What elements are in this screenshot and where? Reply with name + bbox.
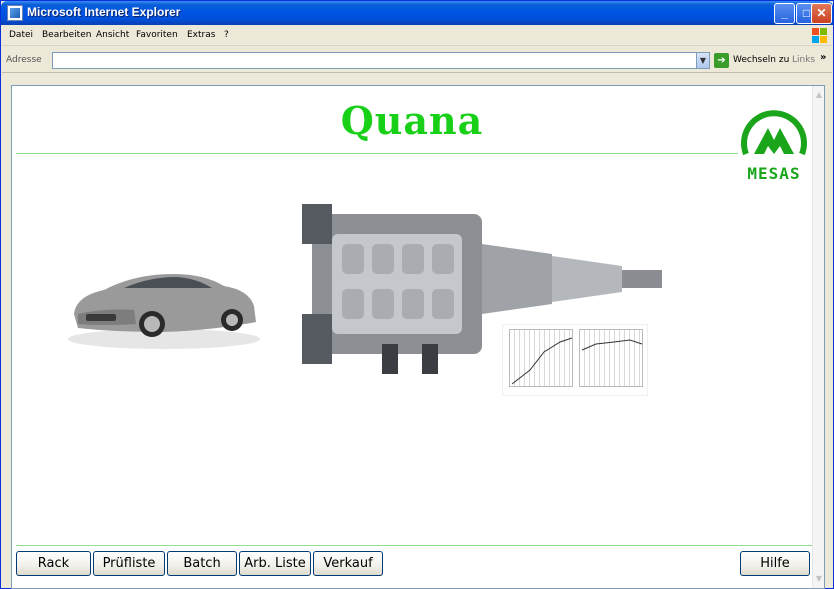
vertical-scrollbar[interactable]: ▲ ▼ xyxy=(812,86,824,588)
minimize-button[interactable]: _ xyxy=(774,3,795,24)
links-toolbar[interactable]: Links xyxy=(792,55,815,65)
footer-divider xyxy=(16,545,814,546)
header-divider xyxy=(16,153,738,154)
address-label: Adresse xyxy=(6,55,42,65)
mesas-logo: MESAS xyxy=(738,102,810,184)
go-button[interactable]: Wechseln zu xyxy=(733,55,789,65)
graph-thumbnail xyxy=(509,329,573,387)
rack-button[interactable]: Rack xyxy=(16,551,91,576)
car-image xyxy=(68,274,260,349)
hilfe-button[interactable]: Hilfe xyxy=(740,551,810,576)
window-title: Microsoft Internet Explorer xyxy=(27,5,181,19)
close-button[interactable]: ✕ xyxy=(811,3,832,24)
scroll-down-icon[interactable]: ▼ xyxy=(814,574,824,584)
menu-extras[interactable]: Extras xyxy=(187,30,215,40)
address-input[interactable] xyxy=(52,52,710,69)
title-bar[interactable]: Microsoft Internet Explorer _ □ ✕ xyxy=(1,1,833,25)
page-content: Quana MESAS Rack Prüfliste Batch Arb. Li… xyxy=(11,85,825,589)
scroll-up-icon[interactable]: ▲ xyxy=(814,90,824,100)
menu-bearbeiten[interactable]: Bearbeiten xyxy=(42,30,91,40)
logo-text: MESAS xyxy=(747,164,801,183)
go-arrow-icon[interactable]: ➔ xyxy=(714,53,729,68)
pruefliste-button[interactable]: Prüfliste xyxy=(93,551,165,576)
links-chevron-icon[interactable]: » xyxy=(820,52,826,63)
menu-bar: Datei Bearbeiten Ansicht Favoriten Extra… xyxy=(2,25,832,46)
browser-window: Microsoft Internet Explorer _ □ ✕ Datei … xyxy=(0,0,834,589)
menu-help[interactable]: ? xyxy=(224,30,229,40)
performance-graphs-image xyxy=(502,324,648,396)
graph-thumbnail xyxy=(579,329,643,387)
menu-favoriten[interactable]: Favoriten xyxy=(136,30,178,40)
arb-liste-button[interactable]: Arb. Liste xyxy=(239,551,311,576)
page-title: Quana xyxy=(340,98,484,143)
mesas-logo-icon xyxy=(741,110,807,156)
chevron-down-icon[interactable]: ▼ xyxy=(696,53,709,68)
menu-ansicht[interactable]: Ansicht xyxy=(96,30,129,40)
address-bar: Adresse ▼ ➔ Wechseln zu Links » xyxy=(2,47,832,73)
verkauf-button[interactable]: Verkauf xyxy=(313,551,383,576)
batch-button[interactable]: Batch xyxy=(167,551,237,576)
windows-logo-icon xyxy=(808,27,830,44)
menu-datei[interactable]: Datei xyxy=(9,30,33,40)
ie-app-icon xyxy=(7,5,23,21)
